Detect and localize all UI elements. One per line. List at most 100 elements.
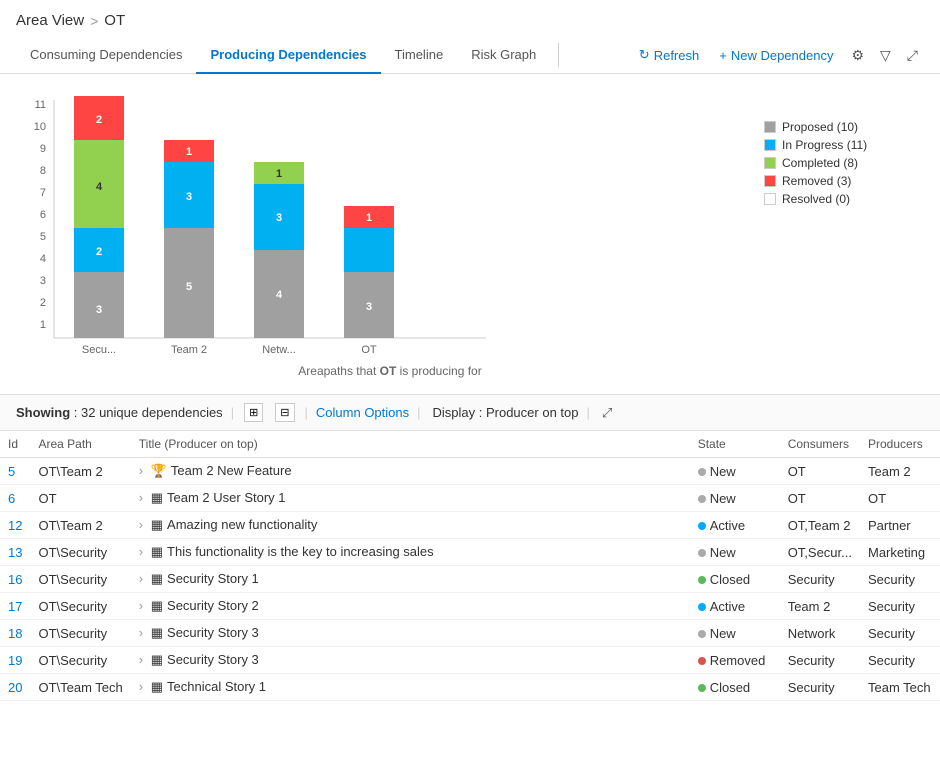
bar-divider-2: |	[305, 405, 308, 420]
legend-inprogress: In Progress (11)	[764, 138, 924, 152]
cell-state: New	[690, 539, 780, 566]
expand-arrow-icon[interactable]: ›	[139, 679, 143, 694]
cell-id[interactable]: 12	[0, 512, 30, 539]
expand-arrow-icon[interactable]: ›	[139, 571, 143, 586]
showing-bar: Showing : 32 unique dependencies | ⊞ ⊟ |…	[0, 394, 940, 431]
cell-id[interactable]: 13	[0, 539, 30, 566]
cell-id[interactable]: 20	[0, 674, 30, 701]
title-icon: ▦	[151, 490, 163, 505]
expand-all-button[interactable]: ⊞	[244, 403, 263, 422]
column-options-button[interactable]: Column Options	[316, 405, 409, 420]
tab-risk-graph[interactable]: Risk Graph	[457, 37, 550, 74]
chart-label: Areapaths that OT is producing for	[16, 360, 764, 386]
expand-icon[interactable]: ⤢	[901, 43, 924, 68]
cell-producers: Team 2	[860, 458, 940, 485]
cell-title: › ▦This functionality is the key to incr…	[131, 539, 690, 566]
title-icon: ▦	[151, 544, 163, 559]
svg-text:Team 2: Team 2	[171, 344, 207, 356]
state-dot	[698, 630, 706, 638]
collapse-all-button[interactable]: ⊟	[275, 403, 294, 422]
cell-id[interactable]: 19	[0, 647, 30, 674]
svg-text:1: 1	[186, 146, 192, 158]
table-row: 17 OT\Security › ▦Security Story 2 Activ…	[0, 593, 940, 620]
cell-area: OT\Security	[30, 593, 130, 620]
plus-icon: +	[719, 48, 727, 63]
svg-text:OT: OT	[361, 344, 377, 356]
cell-id[interactable]: 17	[0, 593, 30, 620]
svg-text:3: 3	[96, 304, 102, 316]
svg-text:4: 4	[276, 289, 283, 301]
cell-producers: Security	[860, 593, 940, 620]
cell-title: › 🏆Team 2 New Feature	[131, 458, 690, 485]
tab-consuming[interactable]: Consuming Dependencies	[16, 37, 196, 74]
cell-state: New	[690, 458, 780, 485]
cell-state: Active	[690, 593, 780, 620]
cell-title: › ▦Amazing new functionality	[131, 512, 690, 539]
legend-proposed-label: Proposed (10)	[782, 120, 858, 134]
cell-consumers: Team 2	[780, 593, 860, 620]
table-row: 16 OT\Security › ▦Security Story 1 Close…	[0, 566, 940, 593]
cell-id[interactable]: 5	[0, 458, 30, 485]
cell-producers: Security	[860, 647, 940, 674]
cell-consumers: OT,Secur...	[780, 539, 860, 566]
title-icon: ▦	[151, 517, 163, 532]
col-header-id: Id	[0, 431, 30, 458]
title-icon: ▦	[151, 571, 163, 586]
col-header-title: Title (Producer on top)	[131, 431, 690, 458]
legend-resolved-label: Resolved (0)	[782, 192, 850, 206]
title-icon: ▦	[151, 679, 163, 694]
svg-text:6: 6	[40, 209, 46, 221]
legend-proposed-color	[764, 121, 776, 133]
cell-state: Removed	[690, 647, 780, 674]
cell-state: Closed	[690, 674, 780, 701]
expand-arrow-icon[interactable]: ›	[139, 463, 143, 478]
tab-divider	[558, 43, 559, 67]
tab-timeline[interactable]: Timeline	[381, 37, 458, 74]
cell-consumers: Security	[780, 647, 860, 674]
display-label: Display : Producer on top	[433, 405, 579, 420]
cell-producers: Security	[860, 566, 940, 593]
svg-text:5: 5	[40, 231, 46, 243]
cell-id[interactable]: 16	[0, 566, 30, 593]
refresh-button[interactable]: ↻ Refresh	[631, 43, 707, 67]
svg-text:5: 5	[186, 281, 192, 293]
new-dependency-button[interactable]: + New Dependency	[711, 44, 841, 67]
cell-title: › ▦Technical Story 1	[131, 674, 690, 701]
svg-text:3: 3	[366, 301, 372, 313]
svg-text:2: 2	[96, 246, 102, 258]
filter-icon[interactable]: ▽	[874, 43, 897, 68]
expand-arrow-icon[interactable]: ›	[139, 625, 143, 640]
svg-text:11: 11	[35, 99, 46, 111]
cell-id[interactable]: 18	[0, 620, 30, 647]
state-dot	[698, 684, 706, 692]
refresh-icon: ↻	[639, 47, 650, 63]
state-dot	[698, 603, 706, 611]
table-header-row: Id Area Path Title (Producer on top) Sta…	[0, 431, 940, 458]
expand-arrow-icon[interactable]: ›	[139, 490, 143, 505]
state-dot	[698, 549, 706, 557]
svg-text:2: 2	[40, 297, 46, 309]
breadcrumb-sep: >	[90, 13, 98, 29]
breadcrumb-area[interactable]: Area View	[16, 12, 84, 29]
expand-arrow-icon[interactable]: ›	[139, 517, 143, 532]
cell-title: › ▦Security Story 1	[131, 566, 690, 593]
settings-icon[interactable]: ⚙	[845, 43, 870, 68]
expand-arrow-icon[interactable]: ›	[139, 598, 143, 613]
title-icon: ▦	[151, 625, 163, 640]
breadcrumb-current: OT	[104, 12, 125, 29]
svg-text:1: 1	[366, 212, 372, 224]
legend-resolved-color	[764, 193, 776, 205]
cell-id[interactable]: 6	[0, 485, 30, 512]
legend-resolved: Resolved (0)	[764, 192, 924, 206]
bar-divider-4: |	[586, 405, 589, 420]
showing-text: Showing	[16, 405, 70, 420]
svg-text:2: 2	[96, 114, 102, 126]
tab-actions: ↻ Refresh + New Dependency ⚙ ▽ ⤢	[631, 43, 924, 68]
tab-producing[interactable]: Producing Dependencies	[196, 37, 380, 74]
expand-arrow-icon[interactable]: ›	[139, 652, 143, 667]
svg-text:Netw...: Netw...	[262, 344, 296, 356]
state-dot	[698, 657, 706, 665]
expand-display-icon[interactable]: ⤢	[602, 405, 612, 421]
svg-text:1: 1	[276, 168, 282, 180]
expand-arrow-icon[interactable]: ›	[139, 544, 143, 559]
